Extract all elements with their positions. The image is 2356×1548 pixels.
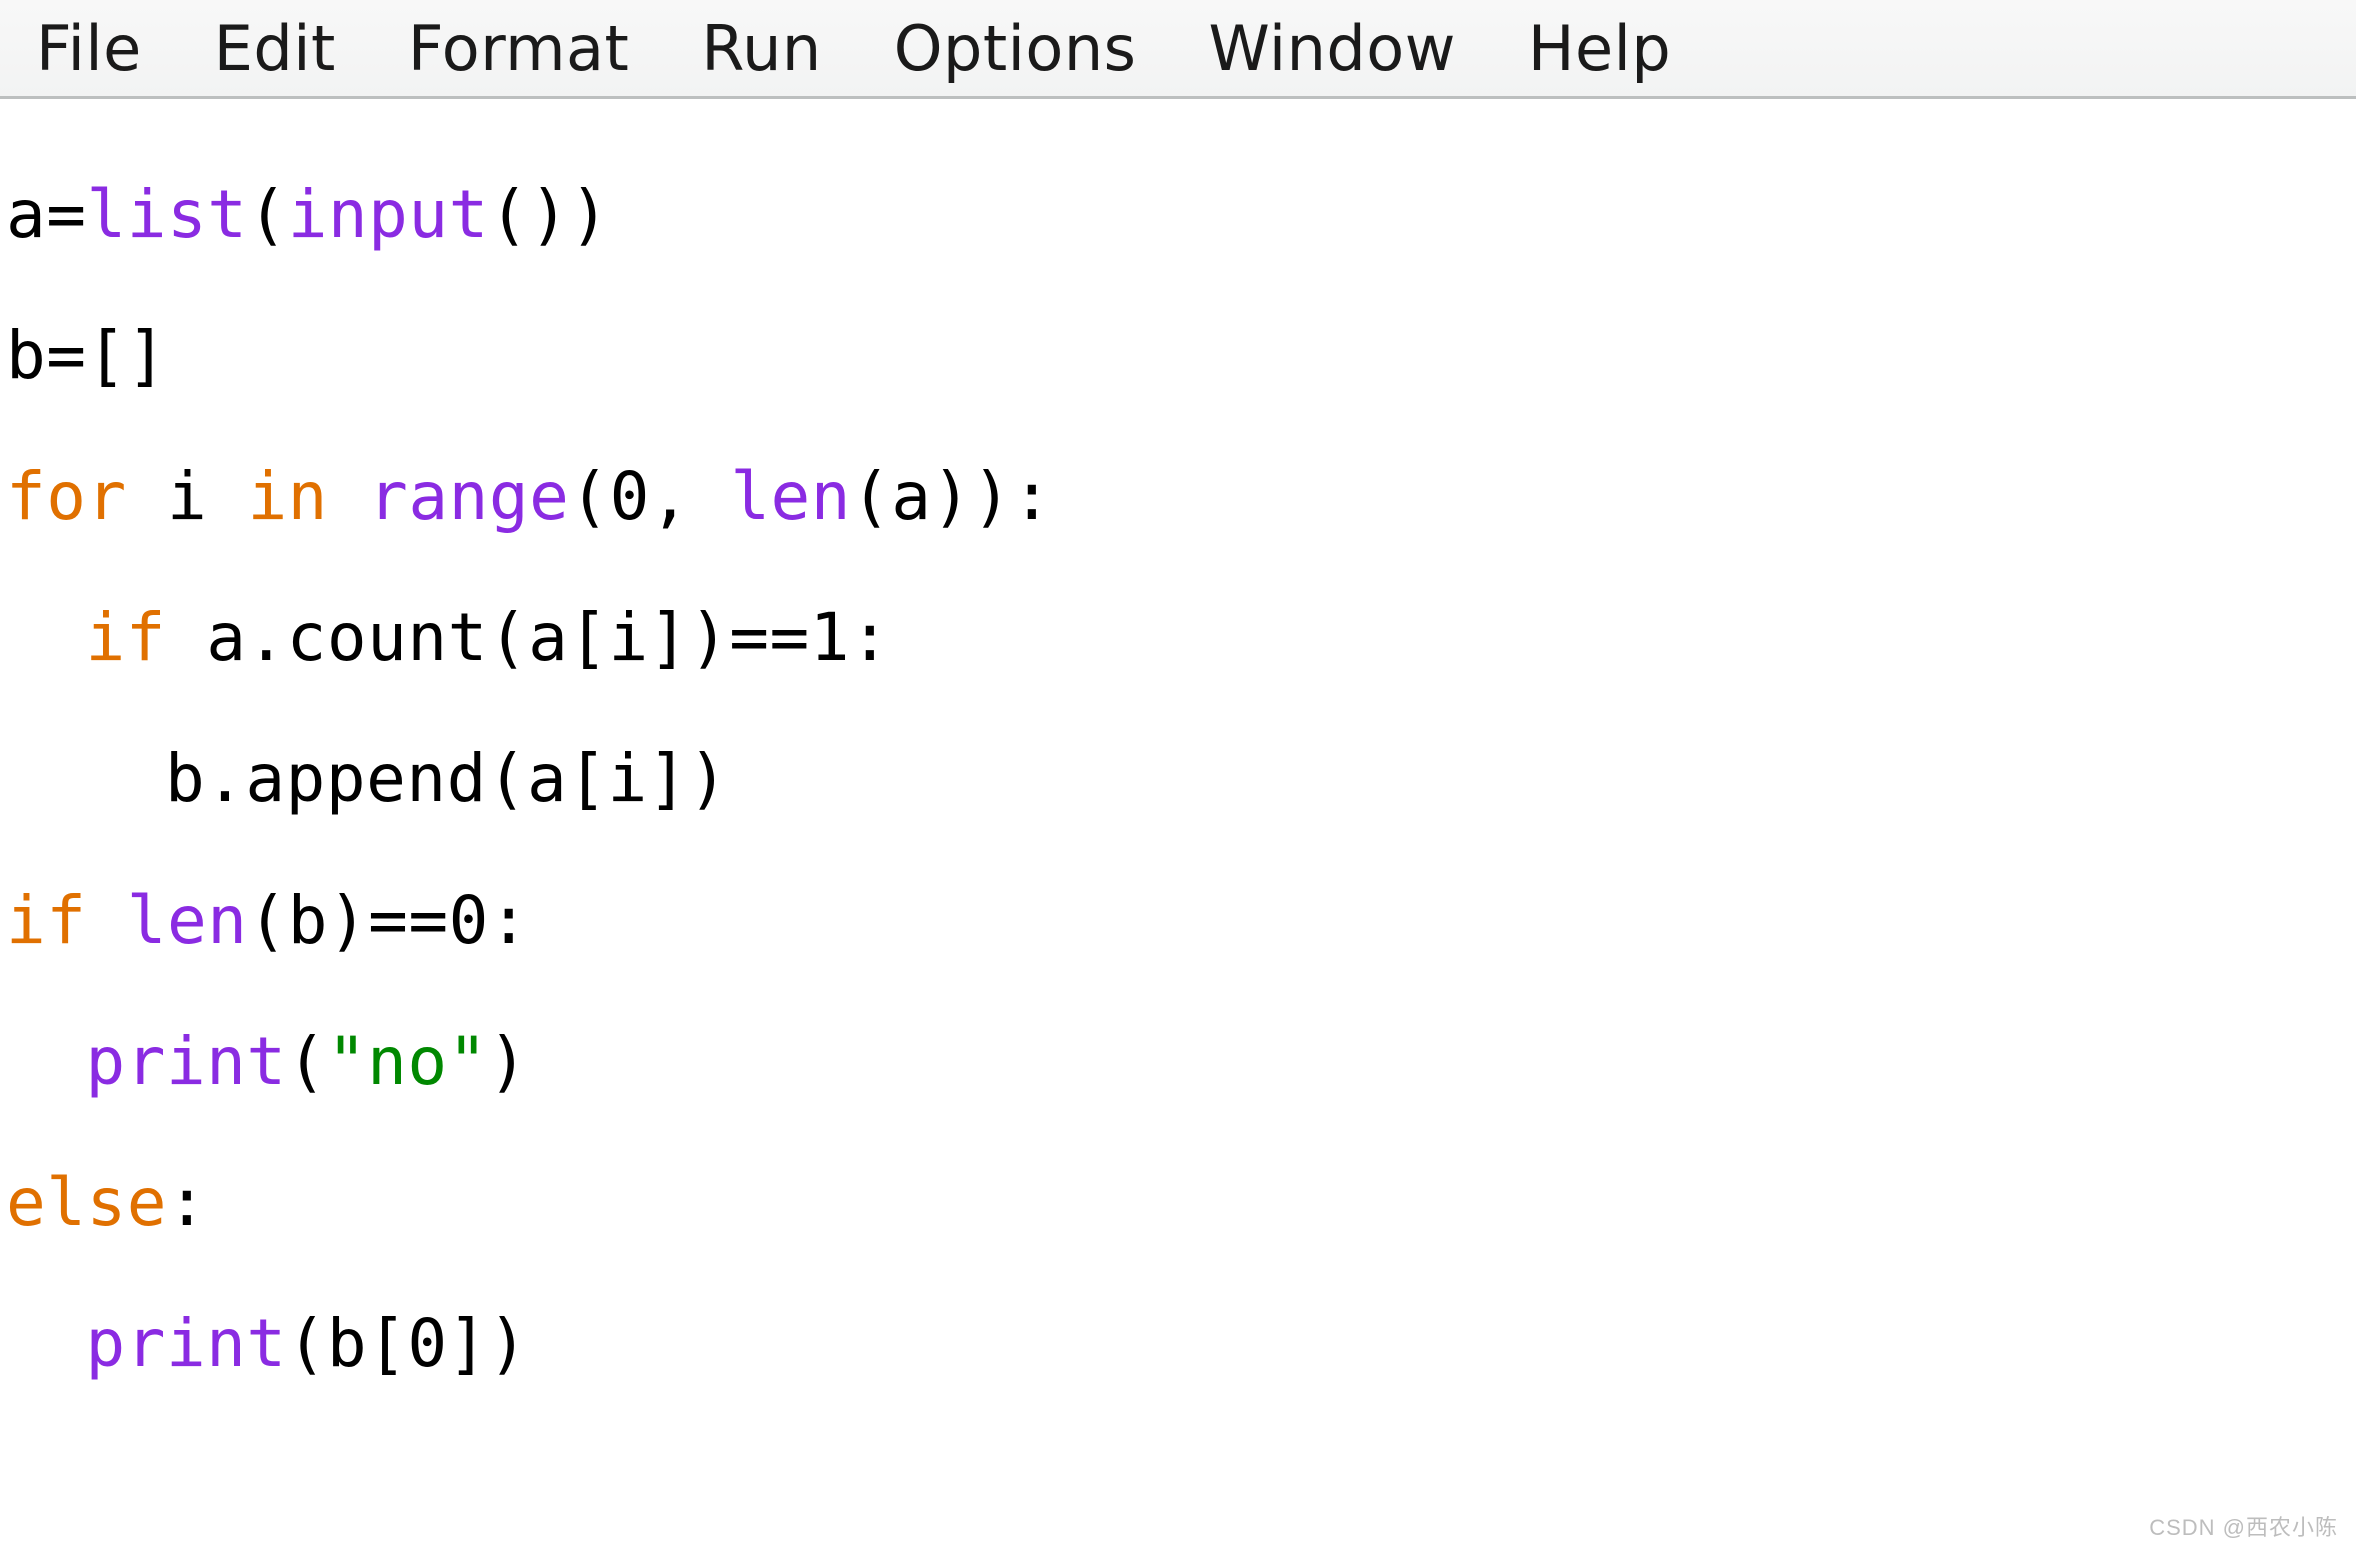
token-builtin: input xyxy=(288,176,489,253)
token-plain: ) xyxy=(488,1023,528,1100)
menu-file[interactable]: File xyxy=(36,12,142,85)
code-line: print("no") xyxy=(6,1027,2350,1098)
token-builtin: print xyxy=(85,1305,286,1382)
token-builtin: range xyxy=(368,458,569,535)
menu-options[interactable]: Options xyxy=(894,12,1137,85)
token-keyword: in xyxy=(247,458,327,535)
token-plain: (b[0]) xyxy=(287,1305,528,1382)
token-keyword: if xyxy=(85,599,165,676)
menu-edit[interactable]: Edit xyxy=(214,12,336,85)
token-plain: ()) xyxy=(489,176,610,253)
code-line: else: xyxy=(6,1168,2350,1239)
token-plain xyxy=(328,458,368,535)
code-line: print(b[0]) xyxy=(6,1309,2350,1380)
token-builtin: print xyxy=(85,1023,286,1100)
code-editor[interactable]: a=list(input()) b=[] for i in range(0, l… xyxy=(0,99,2356,1451)
token-plain: a.count(a[i])==1: xyxy=(166,599,890,676)
menu-run[interactable]: Run xyxy=(701,12,821,85)
token-keyword: if xyxy=(6,882,86,959)
token-plain: ( xyxy=(287,1023,327,1100)
menubar: File Edit Format Run Options Window Help xyxy=(0,0,2356,99)
token-plain: a= xyxy=(6,176,86,253)
token-string: "no" xyxy=(327,1023,488,1100)
token-plain: b.append(a[i]) xyxy=(165,740,728,817)
token-builtin: len xyxy=(127,882,248,959)
token-builtin: list xyxy=(86,176,247,253)
menu-format[interactable]: Format xyxy=(408,12,629,85)
token-plain: (0, xyxy=(569,458,730,535)
token-plain: b=[] xyxy=(6,317,167,394)
code-line: a=list(input()) xyxy=(6,180,2350,251)
token-plain xyxy=(86,882,126,959)
code-line: if a.count(a[i])==1: xyxy=(6,603,2350,674)
menu-window[interactable]: Window xyxy=(1208,12,1455,85)
token-plain: (a)): xyxy=(851,458,1052,535)
token-builtin: len xyxy=(730,458,851,535)
menu-help[interactable]: Help xyxy=(1528,12,1671,85)
token-plain: (b)==0: xyxy=(247,882,529,959)
token-plain: ( xyxy=(247,176,287,253)
code-line: for i in range(0, len(a)): xyxy=(6,462,2350,533)
token-keyword: else xyxy=(6,1164,167,1241)
code-line: b=[] xyxy=(6,321,2350,392)
code-line: if len(b)==0: xyxy=(6,886,2350,957)
code-line: b.append(a[i]) xyxy=(6,744,2350,815)
watermark: CSDN @西农小陈 xyxy=(2149,1510,2338,1542)
token-plain: i xyxy=(127,458,248,535)
token-keyword: for xyxy=(6,458,127,535)
token-plain: : xyxy=(167,1164,207,1241)
